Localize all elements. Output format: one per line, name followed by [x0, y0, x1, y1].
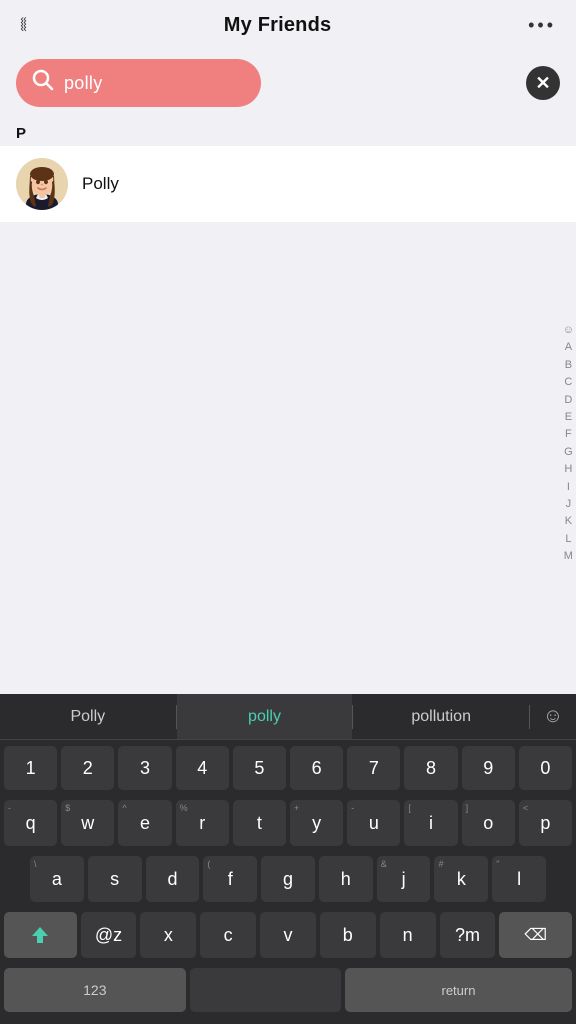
alpha-e[interactable]: E — [565, 410, 572, 425]
delete-icon: ⌫ — [524, 925, 547, 945]
alpha-d[interactable]: D — [564, 393, 572, 408]
space-row: 123 return — [0, 962, 576, 1024]
emoji-icon: ☺ — [543, 705, 563, 728]
alpha-f[interactable]: F — [565, 427, 572, 442]
key-o[interactable]: ]o — [462, 800, 515, 846]
friends-list: Polly — [0, 146, 576, 222]
friend-item-polly[interactable]: Polly — [0, 146, 576, 222]
key-e[interactable]: ^e — [118, 800, 171, 846]
key-b[interactable]: b — [320, 912, 376, 958]
key-v[interactable]: v — [260, 912, 316, 958]
alpha-index: ☺ A B C D E F G H I J K L M — [561, 319, 576, 568]
keyboard: Polly polly pollution ☺ 1 2 3 4 5 6 7 8 … — [0, 694, 576, 1024]
alpha-emoji[interactable]: ☺ — [563, 323, 574, 338]
key-m[interactable]: ?m — [440, 912, 496, 958]
back-chevron-icon[interactable]: ⧛ — [20, 14, 27, 37]
key-9[interactable]: 9 — [462, 746, 515, 790]
clear-icon: ✕ — [535, 73, 550, 94]
spacebar[interactable] — [190, 968, 341, 1012]
autocomplete-suggestion-polly[interactable]: polly — [177, 694, 353, 739]
key-k[interactable]: #k — [434, 856, 488, 902]
alpha-h[interactable]: H — [564, 462, 572, 477]
key-c[interactable]: c — [200, 912, 256, 958]
key-n[interactable]: n — [380, 912, 436, 958]
content-area: P — [0, 119, 576, 222]
key-7[interactable]: 7 — [347, 746, 400, 790]
key-s[interactable]: s — [88, 856, 142, 902]
key-z[interactable]: @z — [81, 912, 137, 958]
section-letter-p: P — [0, 119, 576, 146]
key-q[interactable]: -q — [4, 800, 57, 846]
key-5[interactable]: 5 — [233, 746, 286, 790]
search-bar-container: polly ✕ — [0, 51, 576, 119]
autocomplete-suggestion-polly-cap[interactable]: Polly — [0, 694, 176, 739]
alpha-m[interactable]: M — [564, 549, 573, 564]
letter-row-3: @z x c v b n ?m ⌫ — [0, 906, 576, 962]
avatar — [16, 158, 68, 210]
alpha-g[interactable]: G — [564, 445, 573, 460]
key-123[interactable]: 123 — [4, 968, 186, 1012]
key-a[interactable]: \a — [30, 856, 84, 902]
delete-key[interactable]: ⌫ — [499, 912, 572, 958]
search-clear-button[interactable]: ✕ — [526, 66, 560, 100]
shift-key[interactable] — [4, 912, 77, 958]
key-t[interactable]: t — [233, 800, 286, 846]
key-0[interactable]: 0 — [519, 746, 572, 790]
more-options-icon[interactable]: ••• — [528, 15, 556, 36]
key-j[interactable]: &j — [377, 856, 431, 902]
autocomplete-suggestion-pollution[interactable]: pollution — [353, 694, 529, 739]
key-u[interactable]: -u — [347, 800, 400, 846]
key-p[interactable]: <p — [519, 800, 572, 846]
key-3[interactable]: 3 — [118, 746, 171, 790]
key-f[interactable]: (f — [203, 856, 257, 902]
alpha-k[interactable]: K — [565, 514, 572, 529]
alpha-j[interactable]: J — [566, 497, 572, 512]
key-g[interactable]: g — [261, 856, 315, 902]
key-x[interactable]: x — [140, 912, 196, 958]
key-r[interactable]: %r — [176, 800, 229, 846]
number-row: 1 2 3 4 5 6 7 8 9 0 — [0, 740, 576, 794]
key-w[interactable]: $w — [61, 800, 114, 846]
header: ⧛ My Friends ••• — [0, 0, 576, 51]
friend-name: Polly — [82, 174, 119, 194]
key-1[interactable]: 1 — [4, 746, 57, 790]
search-icon — [32, 69, 54, 97]
letter-row-1: -q $w ^e %r t +y -u [i ]o <p — [0, 794, 576, 850]
key-d[interactable]: d — [146, 856, 200, 902]
alpha-i[interactable]: I — [567, 480, 570, 495]
key-y[interactable]: +y — [290, 800, 343, 846]
autocomplete-emoji-btn[interactable]: ☺ — [530, 705, 576, 728]
search-query: polly — [64, 73, 103, 94]
search-input[interactable]: polly — [16, 59, 261, 107]
key-8[interactable]: 8 — [404, 746, 457, 790]
shift-icon — [29, 924, 51, 946]
alpha-l[interactable]: L — [565, 532, 571, 547]
key-h[interactable]: h — [319, 856, 373, 902]
autocomplete-bar: Polly polly pollution ☺ — [0, 694, 576, 740]
letter-row-2: \a s d (f g h &j #k "l — [0, 850, 576, 906]
page-title: My Friends — [224, 14, 332, 37]
alpha-b[interactable]: B — [565, 358, 572, 373]
key-i[interactable]: [i — [404, 800, 457, 846]
alpha-c[interactable]: C — [564, 375, 572, 390]
key-l[interactable]: "l — [492, 856, 546, 902]
alpha-a[interactable]: A — [565, 340, 572, 355]
key-4[interactable]: 4 — [176, 746, 229, 790]
key-2[interactable]: 2 — [61, 746, 114, 790]
key-return[interactable]: return — [345, 968, 572, 1012]
key-6[interactable]: 6 — [290, 746, 343, 790]
